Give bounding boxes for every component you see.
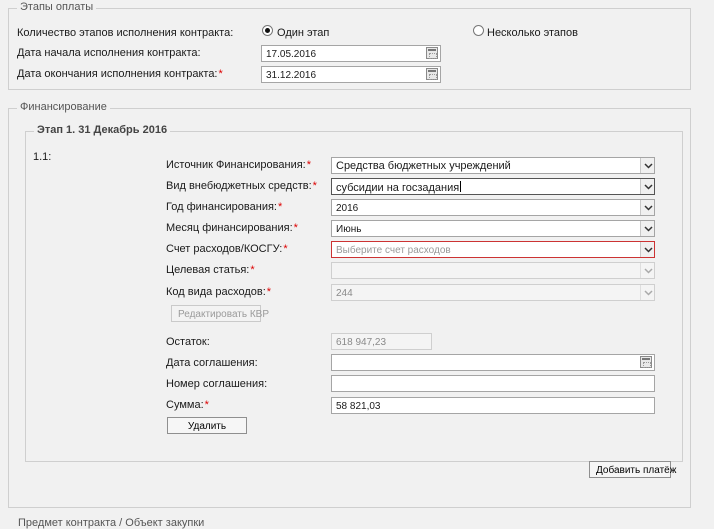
sum-value: 58 821,03 [336,401,381,412]
balance-field: 618 947,23 [331,333,432,350]
target-label: Целевая статья:* [166,264,255,276]
payment-stages-legend: Этапы оплаты [17,1,97,13]
year-value: 2016 [336,203,359,214]
edit-kvr-button: Редактировать КВР [171,305,269,322]
agreement-date-field[interactable] [331,354,655,371]
required-mark: * [283,243,288,255]
required-mark: * [312,180,317,192]
start-date-value: 17.05.2016 [266,49,317,60]
required-mark: * [293,222,298,234]
calendar-icon[interactable] [426,47,438,59]
radio-multiple-stages[interactable] [473,25,484,36]
balance-label: Остаток: [166,336,210,348]
account-label: Счет расходов/КОСГУ:* [166,243,288,255]
month-select[interactable]: Июнь [331,220,655,237]
sum-field[interactable]: 58 821,03 [331,397,655,414]
required-mark: * [204,399,209,411]
chevron-down-icon[interactable] [640,179,654,194]
chevron-down-icon [640,263,654,278]
source-label: Источник Финансирования:* [166,159,312,171]
chevron-down-icon[interactable] [640,221,654,236]
text-cursor [460,181,462,192]
expense-code-label: Код вида расходов:* [166,286,272,298]
payment-stages-fieldset: Этапы оплаты Количество этапов исполнени… [8,1,691,90]
year-label: Год финансирования:* [166,201,283,213]
start-date-label: Дата начала исполнения контракта: [17,47,201,59]
extrabudget-value: субсидии на госзадания [336,182,460,194]
end-date-label: Дата окончания исполнения контракта:* [17,68,223,80]
stage-fieldset: Этап 1. 31 Декабрь 2016 1.1: Источник Фи… [25,124,683,462]
delete-button[interactable]: Удалить [167,417,247,434]
next-section-title: Предмет контракта / Объект закупки [18,517,205,529]
calendar-icon[interactable] [426,68,438,80]
year-select[interactable]: 2016 [331,199,655,216]
expense-code-select: 244 [331,284,655,301]
end-date-value: 31.12.2016 [266,70,317,81]
source-value: Средства бюджетных учреждений [336,160,511,172]
item-number: 1.1: [33,151,52,163]
stage-count-label: Количество этапов исполнения контракта: [17,27,234,39]
chevron-down-icon[interactable] [640,242,654,257]
extrabudget-label: Вид внебюджетных средств:* [166,180,317,192]
required-mark: * [218,68,223,80]
end-date-field[interactable]: 31.12.2016 [261,66,441,83]
agreement-number-label: Номер соглашения: [166,378,268,390]
source-select[interactable]: Средства бюджетных учреждений [331,157,655,174]
required-mark: * [306,159,312,171]
stage-legend: Этап 1. 31 Декабрь 2016 [34,124,171,136]
target-select [331,262,655,279]
agreement-date-label: Дата соглашения: [166,357,258,369]
account-placeholder: Выберите счет расходов [336,245,451,256]
agreement-number-field[interactable] [331,375,655,392]
radio-single-stage[interactable] [262,25,273,36]
expense-code-value: 244 [336,288,353,299]
financing-fieldset: Финансирование Этап 1. 31 Декабрь 2016 1… [8,101,691,508]
extrabudget-select[interactable]: субсидии на госзадания [331,178,655,195]
chevron-down-icon[interactable] [640,200,654,215]
chevron-down-icon[interactable] [640,158,654,173]
balance-value: 618 947,23 [336,337,387,348]
calendar-icon[interactable] [640,356,652,368]
radio-single-stage-label[interactable]: Один этап [277,27,329,39]
sum-label: Сумма:* [166,399,209,411]
required-mark: * [277,201,283,213]
financing-legend: Финансирование [17,101,110,113]
radio-multiple-stages-label[interactable]: Несколько этапов [487,27,578,39]
start-date-field[interactable]: 17.05.2016 [261,45,441,62]
chevron-down-icon [640,285,654,300]
month-label: Месяц финансирования:* [166,222,298,234]
required-mark: * [266,286,272,298]
required-mark: * [250,264,255,276]
add-payment-button[interactable]: Добавить платёж [589,461,676,478]
month-value: Июнь [336,224,362,235]
account-select[interactable]: Выберите счет расходов [331,241,655,258]
